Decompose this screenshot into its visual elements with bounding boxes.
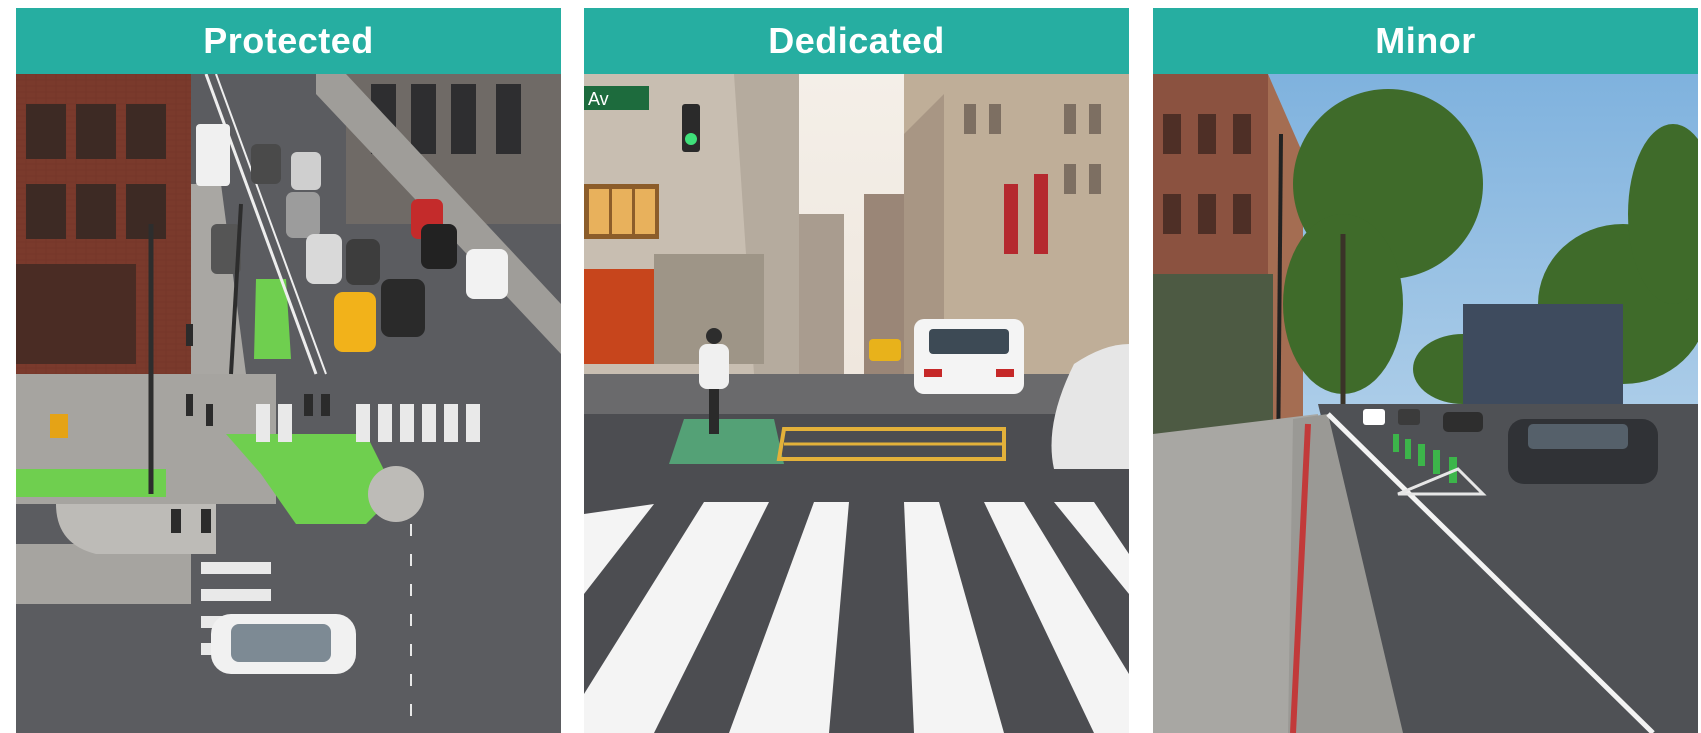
panel-title: Minor	[1375, 20, 1476, 61]
panel-title: Dedicated	[768, 20, 945, 61]
green-bike-lane	[669, 419, 784, 464]
dedicated-scene: Av	[584, 74, 1129, 733]
photo-dedicated-lane: Av	[584, 74, 1129, 733]
panel-header: Minor	[1153, 8, 1698, 74]
cyclist	[699, 344, 729, 389]
panel-header: Dedicated	[584, 8, 1129, 74]
yellow-taxi	[334, 292, 376, 352]
panel-protected: Protected	[16, 8, 561, 733]
panel-title: Protected	[203, 20, 374, 61]
photo-minor-lane	[1153, 74, 1698, 733]
street-sign-label: Av	[588, 89, 609, 109]
panel-header: Protected	[16, 8, 561, 74]
panel-dedicated: Dedicated Av	[584, 8, 1129, 733]
panel-minor: Minor	[1153, 8, 1698, 733]
minor-scene	[1153, 74, 1698, 733]
protected-scene	[16, 74, 561, 733]
photo-protected-intersection	[16, 74, 561, 733]
